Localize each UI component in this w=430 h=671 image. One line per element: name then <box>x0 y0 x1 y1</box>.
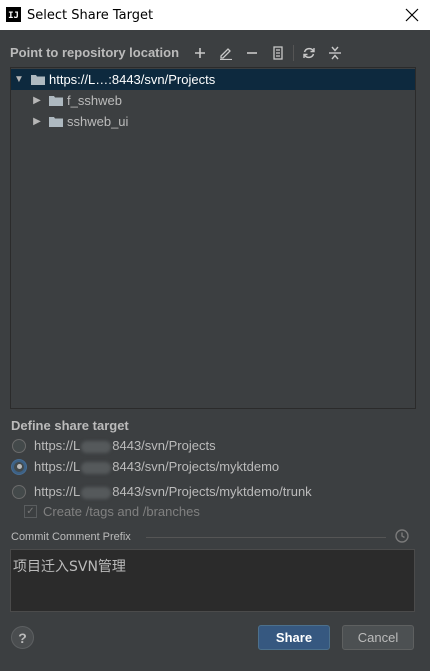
radio-button[interactable] <box>12 484 26 499</box>
repository-location-header: Point to repository location <box>10 45 180 60</box>
browse-button[interactable] <box>265 42 291 64</box>
tree-node-label: sshweb_ui <box>67 114 129 129</box>
expanded-arrow-icon[interactable]: ▼ <box>13 74 25 86</box>
radio-button[interactable] <box>12 438 26 453</box>
close-icon <box>405 8 419 22</box>
app-icon: IJ <box>6 7 21 22</box>
commit-comment-input[interactable]: 项目迁入SVN管理 <box>10 549 415 612</box>
commit-prefix-label: Commit Comment Prefix <box>11 531 131 543</box>
radio-label: https://L 8443/svn/Projects/myktdemo/trun… <box>34 484 312 499</box>
radio-label: https://L 8443/svn/Projects <box>34 438 216 453</box>
tree-node-label: https://L…:8443/svn/Projects <box>49 72 216 87</box>
share-option-projects[interactable]: https://L 8443/svn/Projects <box>12 438 216 453</box>
window-title: Select Share Target <box>27 8 154 23</box>
create-tags-label: Create /tags and /branches <box>43 504 200 519</box>
folder-icon <box>31 75 45 85</box>
tree-node-root[interactable]: ▼ https://L…:8443/svn/Projects <box>11 69 415 90</box>
browse-icon <box>273 46 283 60</box>
remove-button[interactable] <box>239 42 265 64</box>
collapse-button[interactable] <box>322 42 348 64</box>
help-button[interactable]: ? <box>11 626 34 649</box>
remove-icon <box>247 52 257 54</box>
radio-button-checked[interactable] <box>12 459 26 474</box>
refresh-button[interactable] <box>296 42 322 64</box>
tree-node-sshweb-ui[interactable]: ▶ sshweb_ui <box>11 111 415 132</box>
redacted-host <box>81 461 112 474</box>
share-option-myktdemo[interactable]: https://L 8443/svn/Projects/myktdemo <box>12 459 279 474</box>
share-option-trunk[interactable]: https://L 8443/svn/Projects/myktdemo/trun… <box>12 484 312 499</box>
repository-toolbar <box>187 42 348 64</box>
collapse-icon <box>329 46 341 60</box>
edit-icon <box>220 48 232 60</box>
create-tags-checkbox-row[interactable]: ✓ Create /tags and /branches <box>24 504 200 519</box>
refresh-icon <box>303 47 315 59</box>
folder-icon <box>49 96 63 106</box>
redacted-host <box>81 440 112 453</box>
share-button[interactable]: Share <box>258 625 330 650</box>
title-bar: IJ Select Share Target <box>0 0 430 30</box>
radio-label: https://L 8443/svn/Projects/myktdemo <box>34 459 280 474</box>
tree-node-label: f_sshweb <box>67 93 122 108</box>
close-button[interactable] <box>398 2 426 28</box>
tree-node-f-sshweb[interactable]: ▶ f_sshweb <box>11 90 415 111</box>
divider <box>146 537 386 538</box>
create-tags-checkbox[interactable]: ✓ <box>24 505 37 518</box>
collapsed-arrow-icon[interactable]: ▶ <box>31 95 43 107</box>
folder-icon <box>49 117 63 127</box>
add-button[interactable] <box>187 42 213 64</box>
repository-tree[interactable]: ▼ https://L…:8443/svn/Projects ▶ f_sshwe… <box>10 67 416 409</box>
redacted-host <box>81 486 112 499</box>
collapsed-arrow-icon[interactable]: ▶ <box>31 116 43 128</box>
share-target-header: Define share target <box>11 418 129 433</box>
edit-button[interactable] <box>213 42 239 64</box>
cancel-button[interactable]: Cancel <box>342 625 414 650</box>
add-icon <box>195 48 205 58</box>
toolbar-separator <box>293 45 294 61</box>
history-icon[interactable] <box>394 528 410 544</box>
